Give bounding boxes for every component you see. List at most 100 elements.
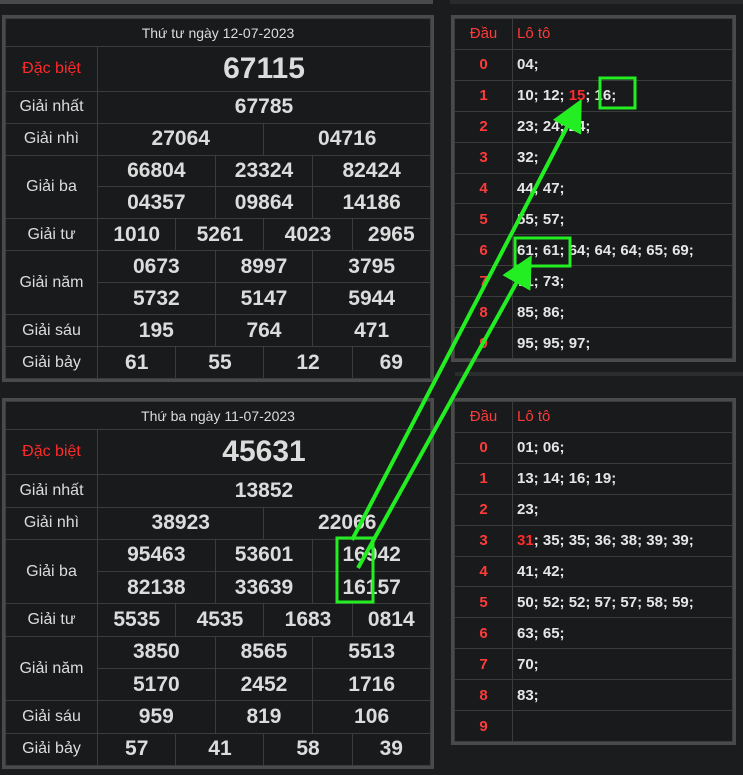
- prize-label: Giải nhì: [5, 122, 98, 156]
- loto-head-digit: 2: [454, 110, 513, 143]
- header-dau: Đầu: [454, 18, 513, 50]
- prize-number: 764: [214, 314, 314, 348]
- prize-number: 82138: [97, 571, 216, 605]
- prize-number: 53601: [214, 538, 314, 573]
- prize-number: 04716: [263, 122, 431, 156]
- loto-header-row: Đầu Lô tô: [454, 401, 733, 433]
- prize-number: 3850: [97, 635, 216, 670]
- loto-number-text: 95; 95; 97;: [517, 334, 591, 352]
- prize-number: 16942: [312, 538, 431, 573]
- loto-number-special: 31: [517, 532, 534, 550]
- prize-number: 67115: [97, 46, 431, 92]
- prize-number: 1683: [263, 603, 353, 637]
- prize-row: Giải nhất 13852: [5, 474, 431, 508]
- prize-number: 95463: [97, 538, 216, 573]
- prize-number: 39: [351, 732, 432, 767]
- loto-row: 1 10; 12; 15; 16;: [454, 79, 733, 112]
- results-table-bottom: Thứ ba ngày 11-07-2023 Đặc biệt 45631 Giải …: [2, 398, 434, 769]
- loto-numbers: 71; 73;: [512, 265, 733, 298]
- prize-row: Giải sáu 959 819 106: [5, 700, 431, 734]
- prize-label: Giải sáu: [5, 700, 98, 734]
- loto-row: 9: [454, 710, 733, 742]
- loto-numbers: 13; 14; 16; 19;: [512, 462, 733, 495]
- prize-number: 959: [97, 700, 216, 734]
- prize-label: Giải nhất: [5, 90, 98, 124]
- loto-numbers: 31; 35; 35; 36; 38; 39; 39;: [512, 524, 733, 557]
- prize-label: Giải tư: [5, 218, 98, 252]
- draw-date-title: Thứ ba ngày 11-07-2023: [5, 401, 431, 430]
- prize-number: 3795: [312, 250, 431, 284]
- prize-row: Giải năm 0673 8997 3795: [5, 250, 431, 316]
- prize-number: 67785: [97, 90, 431, 124]
- prize-number: 69: [351, 346, 432, 379]
- prize-number: 8997: [214, 250, 314, 284]
- loto-numbers: 63; 65;: [512, 617, 733, 650]
- loto-head-digit: 6: [454, 617, 513, 650]
- prize-number: 1010: [96, 218, 177, 252]
- prize-number: 4023: [263, 218, 353, 252]
- prize-row: Giải năm 3850 8565 5513: [5, 635, 431, 702]
- loto-numbers: 95; 95; 97;: [512, 327, 733, 359]
- prize-row: Giải tư 5535 4535 1683 0814: [5, 603, 432, 637]
- prize-number: 61: [96, 346, 177, 379]
- header-loto: Lô tô: [512, 18, 733, 50]
- prize-row: Giải ba 66804 23324 82424: [5, 154, 431, 220]
- loto-head-digit: 3: [454, 141, 513, 174]
- prize-number: 195: [97, 314, 216, 348]
- prize-row: Giải sáu 195 764 471: [5, 314, 431, 348]
- prize-number: 82424: [312, 154, 431, 188]
- loto-head-digit: 0: [454, 431, 513, 464]
- prize-label: Đặc biệt: [5, 46, 98, 92]
- prize-row: Giải bảy 57 41 58 39: [5, 732, 432, 767]
- loto-number-text: 04;: [517, 56, 539, 74]
- loto-row: 0 04;: [454, 48, 733, 81]
- prize-label: Giải bảy: [5, 346, 98, 379]
- title-row: Thứ tư ngày 12-07-2023: [5, 18, 431, 47]
- loto-numbers: 23; 24; 24;: [512, 110, 733, 143]
- prize-number: 5147: [214, 282, 314, 316]
- loto-numbers: 01; 06;: [512, 431, 733, 464]
- prize-number: 2452: [214, 667, 314, 702]
- loto-numbers: 70;: [512, 648, 733, 681]
- loto-number-text: ; 16;: [585, 87, 617, 105]
- loto-numbers: 41; 42;: [512, 555, 733, 588]
- prize-number: 33639: [214, 571, 314, 605]
- loto-row: 2 23;: [454, 493, 733, 526]
- prize-number: 04357: [97, 186, 216, 220]
- loto-head-digit: 4: [454, 172, 513, 205]
- loto-numbers: 04;: [512, 48, 733, 81]
- loto-numbers: 85; 86;: [512, 296, 733, 329]
- prize-row: Giải nhì 27064 04716: [5, 122, 431, 156]
- prize-number: 5944: [312, 282, 431, 316]
- prize-number: 16157: [312, 571, 431, 605]
- loto-head-digit: 1: [454, 79, 513, 112]
- loto-row: 1 13; 14; 16; 19;: [454, 462, 733, 495]
- prize-number: 55: [175, 346, 265, 379]
- prize-label: Giải năm: [5, 635, 98, 702]
- draw-date-title: Thứ tư ngày 12-07-2023: [5, 18, 431, 47]
- prize-label: Giải nhì: [5, 506, 98, 540]
- loto-head-digit: 0: [454, 48, 513, 81]
- loto-numbers: 55; 57;: [512, 203, 733, 236]
- results-table-top: Thứ tư ngày 12-07-2023 Đặc biệt 67115 Giải …: [2, 15, 434, 382]
- prize-row: Giải bảy 61 55 12 69: [5, 346, 432, 379]
- divider: [455, 372, 743, 376]
- loto-row: 6 63; 65;: [454, 617, 733, 650]
- header-loto: Lô tô: [512, 401, 733, 433]
- loto-numbers: [512, 710, 733, 742]
- loto-numbers: 50; 52; 52; 57; 57; 58; 59;: [512, 586, 733, 619]
- loto-numbers: 83;: [512, 679, 733, 712]
- prize-number: 5513: [312, 635, 431, 670]
- loto-row: 3 32;: [454, 141, 733, 174]
- prize-number: 13852: [97, 474, 431, 508]
- loto-row: 5 50; 52; 52; 57; 57; 58; 59;: [454, 586, 733, 619]
- loto-row: 4 44; 47;: [454, 172, 733, 205]
- prize-number: 45631: [97, 428, 431, 476]
- loto-number-text: 70;: [517, 655, 539, 673]
- loto-table-bottom: Đầu Lô tô 0 01; 06; 1 13; 14; 16; 19; 2 23; 3 31;…: [451, 398, 736, 745]
- loto-row: 4 41; 42;: [454, 555, 733, 588]
- prize-number: 8565: [214, 635, 314, 670]
- prize-row: Giải ba 95463 53601 16942: [5, 538, 431, 605]
- prize-label: Giải sáu: [5, 314, 98, 348]
- loto-head-digit: 8: [454, 296, 513, 329]
